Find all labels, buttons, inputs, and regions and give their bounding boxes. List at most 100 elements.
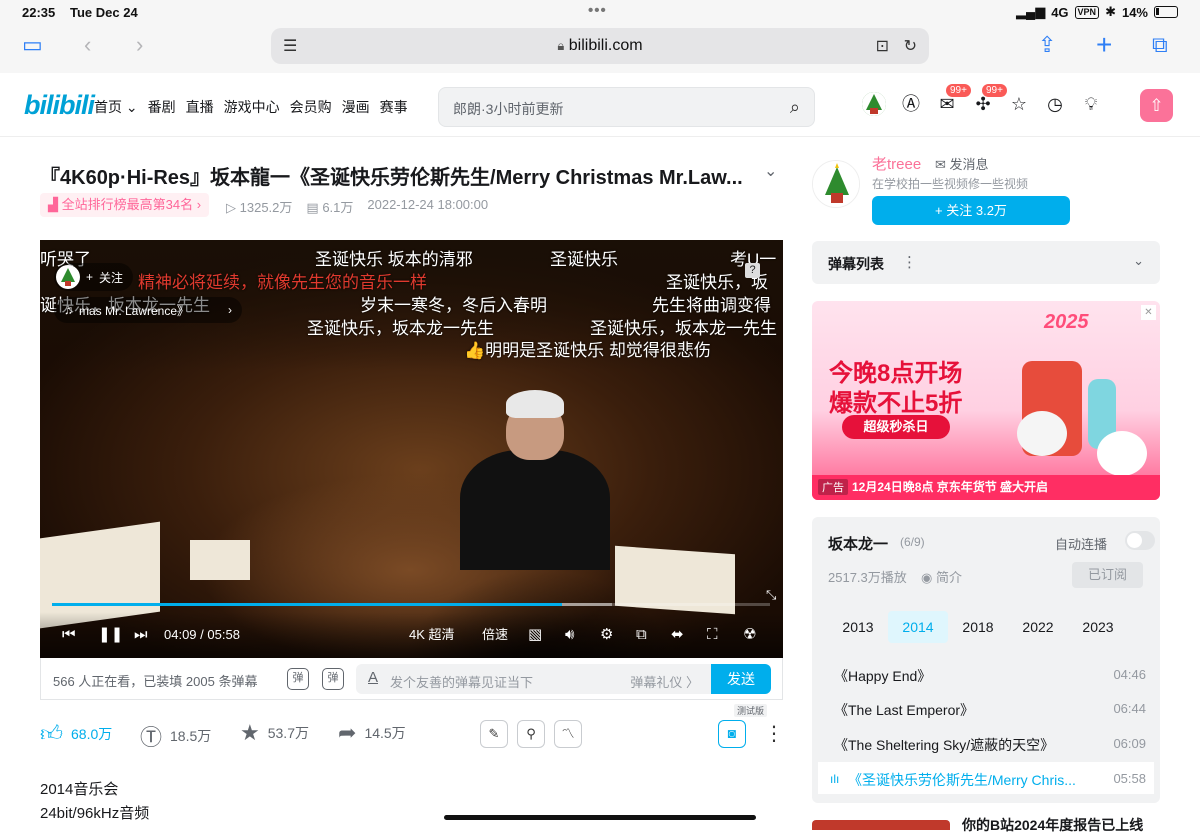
settings-icon[interactable]: ⚙ (600, 626, 613, 644)
pause-icon[interactable]: ❚❚ (98, 626, 123, 644)
user-avatar[interactable] (862, 92, 886, 116)
rank-badge[interactable]: ▟ 全站排行榜最高第34名 › (40, 193, 210, 217)
message-icon[interactable]: ✉ 99+ (936, 84, 971, 116)
nav-shop[interactable]: 会员购 (290, 97, 332, 117)
dynamic-icon[interactable]: ✣ 99+ (972, 84, 1007, 116)
episode-item[interactable]: 《The Sheltering Sky/遮蔽的天空》 06:09 (818, 727, 1154, 759)
help-icon[interactable]: ? (745, 263, 760, 278)
player-controls: ⏮︎ ❚❚ ⏭︎ 04:09 / 05:58 4K 超清 倍速 ▧ 🔊︎ ⚙ ⧉… (40, 612, 783, 658)
sidebar-icon[interactable]: ▭ (22, 32, 43, 58)
bilibili-logo[interactable]: bilibili (24, 90, 95, 121)
search-input[interactable]: 郎朗·3小时前更新 ⌕ (438, 87, 815, 127)
close-icon[interactable]: ✕ (1141, 305, 1156, 320)
tabs-icon[interactable]: ⧉ (1152, 32, 1168, 58)
main-nav: 首页 ⌄ 番剧 直播 游戏中心 会员购 漫画 赛事 (94, 97, 408, 117)
reload-icon[interactable]: ↻ (904, 36, 917, 56)
subscribed-button[interactable]: 已订阅 (1072, 562, 1143, 588)
send-message-link[interactable]: ✉ 发消息 (935, 154, 989, 173)
series-intro-link[interactable]: ◉ 简介 (921, 567, 962, 586)
danmaku-input[interactable]: A 发个友善的弹幕见证当下 弹幕礼仪 〉 (356, 664, 711, 694)
radiation-icon[interactable]: ☢ (743, 626, 756, 644)
promo-thumbnail[interactable] (812, 820, 950, 830)
share-count: 14.5万 (364, 725, 406, 741)
year-tab-active[interactable]: 2014 (888, 611, 948, 643)
widescreen-icon[interactable]: ⬌ (671, 626, 684, 644)
ai-assistant-icon[interactable]: ◙ (718, 720, 746, 748)
dynamic-badge: 99+ (982, 84, 1007, 97)
multitask-dots[interactable]: ••• (588, 2, 607, 19)
browser-chrome: 22:35 Tue Dec 24 ••• ▂▄▆ 4G VPN ✱ 14% ▭ … (0, 0, 1200, 73)
progress-bar[interactable] (52, 603, 770, 606)
nav-games[interactable]: 游戏中心 (224, 97, 280, 117)
video-player[interactable]: 听哭了 圣诞快乐 坂本的清邪 圣诞快乐 考U一 精神必将延续，就像先生您的音乐一… (40, 240, 783, 658)
favorites-icon[interactable]: ☆ (1008, 92, 1030, 116)
mail-icon: ✉ (935, 157, 946, 172)
episode-item-current[interactable]: ılı 《圣诞快乐劳伦斯先生/Merry Chris... 05:58 (818, 762, 1154, 794)
nav-manga[interactable]: 漫画 (342, 97, 370, 117)
danmaku-etiquette-link[interactable]: 弹幕礼仪 〉 (630, 672, 699, 691)
promo-title[interactable]: 你的B站2024年度报告已上线 (962, 815, 1143, 835)
year-tab[interactable]: 2022 (1008, 611, 1068, 643)
coin-button[interactable]: Ⓣ 18.5万 (140, 720, 211, 752)
chevron-down-icon[interactable]: ⌄ (1133, 253, 1144, 269)
rank-icon: ▟ (48, 197, 58, 212)
font-style-icon[interactable]: A (368, 669, 378, 686)
forward-icon[interactable]: › (136, 32, 143, 58)
pin-icon[interactable]: ⚲ (517, 720, 545, 748)
history-icon[interactable]: ◷ (1044, 92, 1066, 116)
more-icon[interactable]: ⋮ (902, 253, 917, 271)
episode-item[interactable]: 《Happy End》 04:46 (818, 658, 1154, 690)
danmaku-count: ▤ 6.1万 (306, 200, 354, 215)
year-tab[interactable]: 2023 (1068, 611, 1128, 643)
danmaku-off-icon[interactable]: ▧ (528, 626, 542, 644)
danmaku-toggle-icon[interactable]: 弹 (287, 668, 309, 690)
like-button[interactable]: 👍︎ 68.0万 (40, 720, 112, 747)
upload-button[interactable]: ⇧ (1140, 89, 1173, 122)
follow-button[interactable]: + 关注 3.2万 (872, 196, 1070, 225)
battery-icon (1154, 6, 1178, 18)
extension-icon[interactable]: ⊡ (876, 36, 889, 56)
back-icon[interactable]: ‹ (84, 32, 91, 58)
next-icon[interactable]: ⏭︎ (134, 626, 148, 644)
volume-icon[interactable]: 🔊︎ (565, 626, 574, 644)
pip-corner-icon[interactable]: ⤡ (766, 586, 776, 604)
new-tab-icon[interactable]: + (1096, 31, 1112, 59)
uploader-name[interactable]: 老treee (872, 153, 921, 174)
speed-button[interactable]: 倍速 (482, 626, 508, 644)
nav-live[interactable]: 直播 (186, 97, 214, 117)
chart-icon[interactable]: 〽 (554, 720, 582, 748)
edit-note-icon[interactable]: ✎ (480, 720, 508, 748)
song-chip[interactable]: ♫ mas Mr. Lawrence》 › (54, 297, 242, 323)
autoplay-toggle[interactable] (1125, 531, 1155, 550)
danmaku-list-panel[interactable]: 弹幕列表 ⋮ ⌄ (812, 241, 1160, 284)
vip-icon[interactable]: Ⓐ (900, 92, 922, 116)
favorite-button[interactable]: ★ 53.7万 (240, 720, 309, 746)
nav-home[interactable]: 首页 ⌄ (94, 97, 138, 117)
play-count-icon: ▷ (226, 200, 236, 215)
share-icon[interactable]: ⇪ (1038, 32, 1056, 58)
more-icon[interactable]: ⋮ (764, 720, 784, 748)
search-icon[interactable]: ⌕ (790, 97, 800, 118)
uploader-avatar[interactable] (812, 160, 860, 208)
address-bar[interactable]: ☰ 🔒︎ bilibili.com ⊡ ↻ (271, 28, 929, 64)
creator-icon[interactable]: 💡︎ (1080, 92, 1102, 116)
episode-item[interactable]: 《The Last Emperor》 06:44 (818, 692, 1154, 724)
nav-esports[interactable]: 赛事 (380, 97, 408, 117)
year-tab[interactable]: 2018 (948, 611, 1008, 643)
url-label: bilibili.com (568, 37, 643, 54)
nav-anime[interactable]: 番剧 (148, 97, 176, 117)
danmaku-settings-icon[interactable]: 弹 (322, 668, 344, 690)
year-tab[interactable]: 2013 (828, 611, 888, 643)
site-header: bilibili 首页 ⌄ 番剧 直播 游戏中心 会员购 漫画 赛事 郎朗·3小… (0, 73, 1200, 137)
previous-icon[interactable]: ⏮︎ (62, 626, 76, 644)
send-danmaku-button[interactable]: 发送 (711, 664, 771, 694)
network-label: 4G (1051, 4, 1069, 20)
view-count: ▷ 1325.2万 (226, 200, 293, 215)
fullscreen-icon[interactable]: ⛶ (707, 626, 718, 644)
ad-banner[interactable]: 2025 ✕ 今晚8点开场 爆款不止5折 超级秒杀日 广告 12月24日晚8点 … (812, 301, 1160, 500)
pip-icon[interactable]: ⧉ (636, 626, 647, 644)
chevron-down-icon[interactable]: ⌄ (764, 161, 777, 181)
quality-button[interactable]: 4K 超清 (409, 626, 455, 644)
uploader-follow-chip[interactable]: + 关注 (54, 263, 134, 291)
share-button[interactable]: ➦ 14.5万 (338, 720, 406, 746)
